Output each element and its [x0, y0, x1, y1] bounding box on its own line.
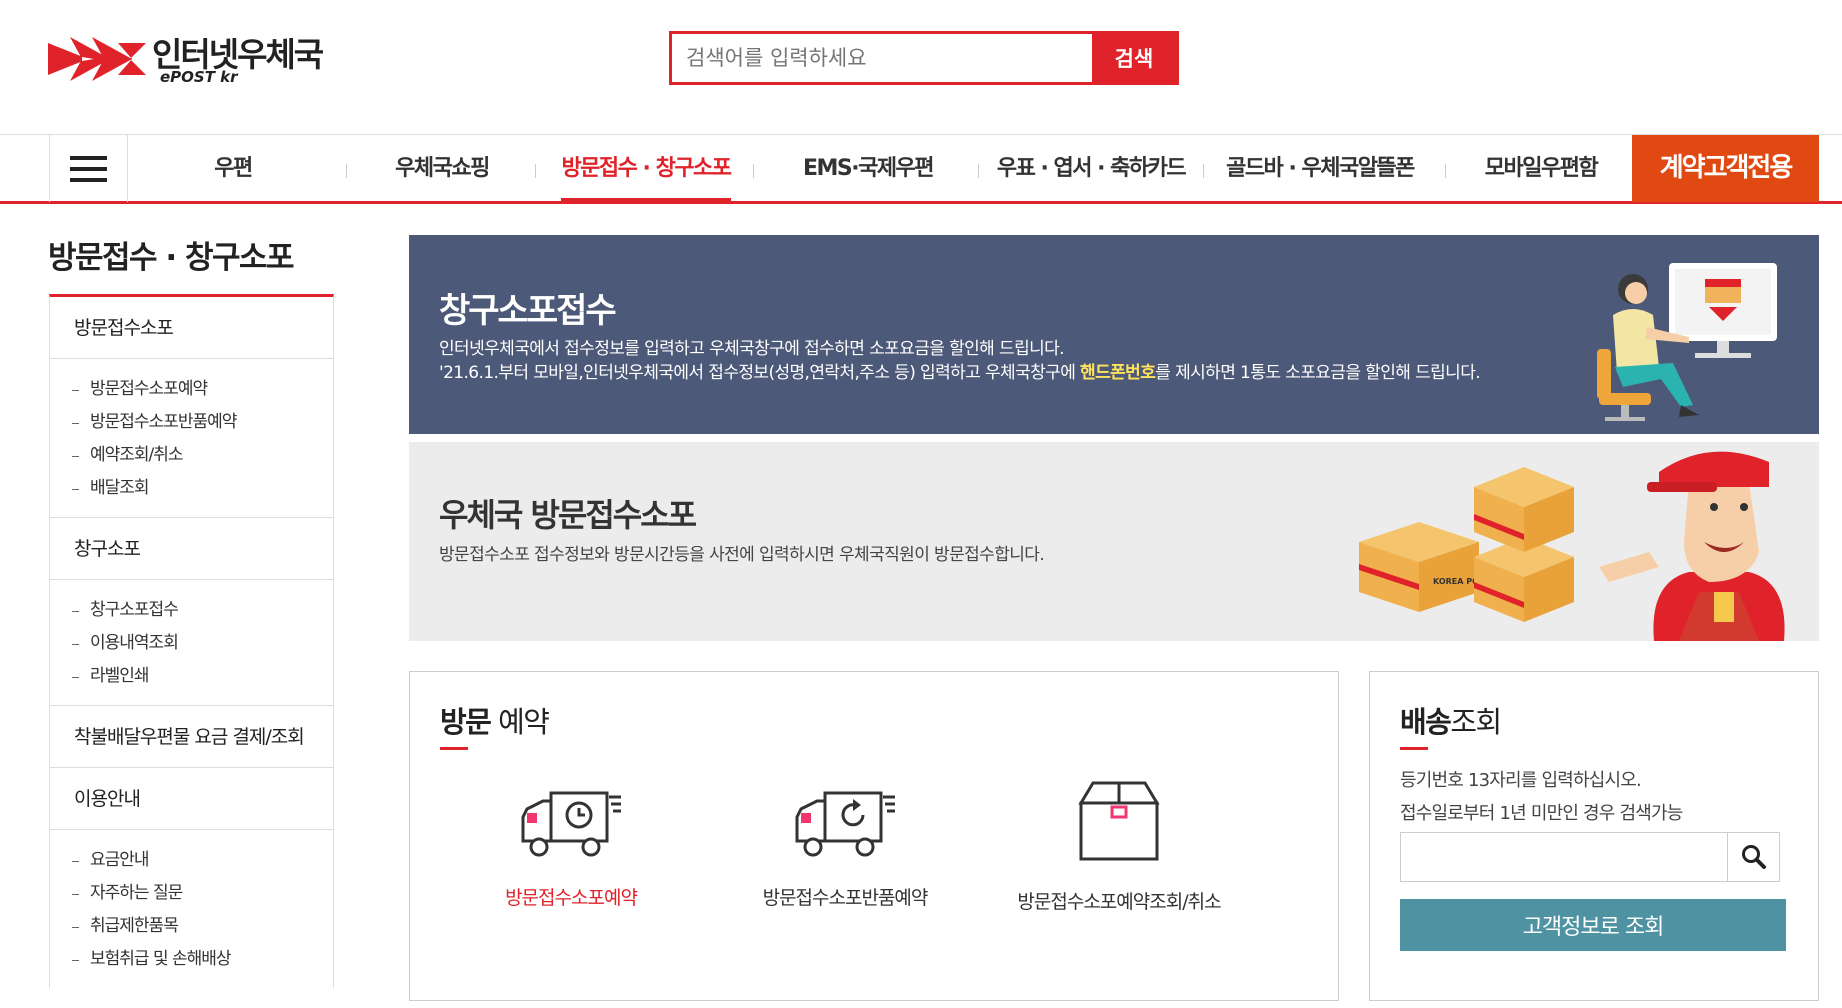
- service-label: 방문접수소포반품예약: [762, 887, 929, 909]
- sidebar-group-usage-guide[interactable]: 이용안내: [50, 768, 333, 830]
- nav-separator: [346, 164, 347, 178]
- sidebar-title: 방문접수 · 창구소포: [48, 240, 295, 276]
- sidebar-item-restricted-items[interactable]: 취급제한품목: [50, 910, 333, 943]
- sidebar-item-counter-receipt[interactable]: 창구소포접수: [50, 594, 333, 627]
- phone-number-highlight: 핸드폰번호: [1080, 363, 1156, 383]
- sidebar-item-fee-guide[interactable]: 요금안내: [50, 844, 333, 877]
- sidebar-group-counter-parcel[interactable]: 창구소포: [50, 518, 333, 580]
- sidebar-sublist: 요금안내 자주하는 질문 취급제한품목 보험취급 및 손해배상: [50, 830, 333, 988]
- nav-separator: [1203, 164, 1204, 178]
- nav-item-shopping[interactable]: 우체국쇼핑: [382, 135, 502, 202]
- service-label: 방문접수소포예약조회/취소: [1017, 891, 1221, 913]
- nav-item-ems[interactable]: EMS·국제우편: [793, 135, 943, 202]
- sidebar: 방문접수소포 방문접수소포예약 방문접수소포반품예약 예약조회/취소 배달조회 …: [49, 294, 334, 988]
- nav-item-goldbar-phone[interactable]: 골드바 · 우체국알뜰폰: [1222, 135, 1418, 202]
- nav-separator: [753, 164, 754, 178]
- service-reserve-lookup[interactable]: 방문접수소포예약조회/취소: [994, 781, 1244, 914]
- woman-computer-illustration-icon: [1597, 263, 1777, 421]
- sidebar-item-faq[interactable]: 자주하는 질문: [50, 877, 333, 910]
- sidebar-item-delivery-lookup[interactable]: 배달조회: [50, 472, 333, 505]
- nav-separator: [535, 164, 536, 178]
- sidebar-item-label-print[interactable]: 라벨인쇄: [50, 660, 333, 693]
- postman-boxes-illustration-icon: KOREA POST: [1359, 451, 1785, 641]
- box-icon: [1078, 781, 1160, 861]
- sidebar-group-visit-parcel[interactable]: 방문접수소포: [50, 297, 333, 359]
- search-input[interactable]: [672, 34, 1092, 82]
- visit-reservation-panel: 방문 예약 방문접수소포예약 방문접수소포반품예약 방문접수소포예약조회/취소: [409, 671, 1339, 1001]
- visit-parcel-banner[interactable]: 우체국 방문접수소포 방문접수소포 접수정보와 방문시간등을 사전에 입력하시면…: [409, 442, 1819, 641]
- nav-item-mobile-mailbox[interactable]: 모바일우편함: [1476, 135, 1606, 202]
- truck-clock-icon: [521, 791, 621, 857]
- nav-separator: [978, 164, 979, 178]
- epost-logo[interactable]: 인터넷우체국 ePOST kr: [48, 28, 338, 88]
- tracking-search-button[interactable]: [1727, 833, 1779, 881]
- lookup-by-customer-info-button[interactable]: 고객정보로 조회: [1400, 899, 1786, 951]
- visit-parcel-banner-desc: 방문접수소포 접수정보와 방문시간등을 사전에 입력하시면 우체국직원이 방문접…: [439, 545, 1045, 565]
- search-icon: [1741, 845, 1766, 869]
- sidebar-group-cod-payment[interactable]: 착불배달우편물 요금 결제/조회: [50, 706, 333, 768]
- visit-parcel-banner-title: 우체국 방문접수소포: [439, 496, 697, 534]
- tracking-panel-title: 배송조회: [1400, 699, 1502, 741]
- title-rest: 예약: [490, 705, 550, 739]
- main-nav: 우편 우체국쇼핑 방문접수 · 창구소포 EMS·국제우편 우표 · 엽서 · …: [0, 134, 1842, 204]
- tracking-desc: 등기번호 13자리를 입력하십시오.: [1400, 770, 1642, 791]
- title-bold: 방문: [440, 705, 492, 739]
- title-underline: [440, 747, 468, 750]
- epost-logo-mark-icon: [48, 37, 146, 81]
- title-rest: 조회: [1450, 705, 1502, 739]
- nav-separator: [1445, 164, 1446, 178]
- truck-return-icon: [795, 791, 895, 857]
- contract-customer-button[interactable]: 계약고객전용: [1632, 135, 1819, 202]
- service-visit-reserve[interactable]: 방문접수소포예약: [446, 787, 696, 910]
- desc-text: '21.6.1.부터 모바일,인터넷우체국에서 접수정보(성명,연락처,주소 등…: [439, 363, 1081, 383]
- nav-item-post[interactable]: 우편: [198, 135, 268, 202]
- counter-parcel-banner-desc: 인터넷우체국에서 접수정보를 입력하고 우체국창구에 접수하면 소포요금을 할인…: [439, 339, 1065, 359]
- sidebar-item-return-reserve[interactable]: 방문접수소포반품예약: [50, 406, 333, 439]
- search-button[interactable]: 검색: [1092, 34, 1176, 82]
- sidebar-sublist: 방문접수소포예약 방문접수소포반품예약 예약조회/취소 배달조회: [50, 359, 333, 518]
- nav-item-visit-counter-parcel[interactable]: 방문접수 · 창구소포: [561, 135, 732, 202]
- tracking-desc: 접수일로부터 1년 미만인 경우 검색가능: [1400, 803, 1683, 824]
- title-bold: 배송: [1400, 705, 1452, 739]
- service-return-reserve[interactable]: 방문접수소포반품예약: [720, 787, 970, 910]
- menu-icon[interactable]: [49, 135, 128, 202]
- counter-parcel-banner-title: 창구소포접수: [439, 291, 617, 331]
- title-underline: [1400, 747, 1428, 750]
- logo-subtext: ePOST kr: [160, 68, 238, 86]
- delivery-tracking-panel: 배송조회 등기번호 13자리를 입력하십시오. 접수일로부터 1년 미만인 경우…: [1369, 671, 1819, 1001]
- counter-parcel-banner[interactable]: 창구소포접수 인터넷우체국에서 접수정보를 입력하고 우체국창구에 접수하면 소…: [409, 235, 1819, 434]
- sidebar-item-usage-history[interactable]: 이용내역조회: [50, 627, 333, 660]
- sidebar-item-reserve-lookup[interactable]: 예약조회/취소: [50, 439, 333, 472]
- nav-item-stamps-cards[interactable]: 우표 · 엽서 · 축하카드: [993, 135, 1189, 202]
- visit-panel-title: 방문 예약: [440, 699, 550, 741]
- sidebar-item-visit-reserve[interactable]: 방문접수소포예약: [50, 373, 333, 406]
- desc-text: 를 제시하면 1통도 소포요금을 할인해 드립니다.: [1155, 363, 1481, 383]
- tracking-number-input[interactable]: [1401, 833, 1727, 881]
- global-search: 검색: [669, 31, 1179, 85]
- counter-parcel-banner-desc-2: '21.6.1.부터 모바일,인터넷우체국에서 접수정보(성명,연락처,주소 등…: [439, 358, 1481, 383]
- sidebar-item-insurance[interactable]: 보험취급 및 손해배상: [50, 943, 333, 976]
- sidebar-sublist: 창구소포접수 이용내역조회 라벨인쇄: [50, 580, 333, 706]
- service-label: 방문접수소포예약: [505, 887, 638, 909]
- tracking-search: [1400, 832, 1780, 882]
